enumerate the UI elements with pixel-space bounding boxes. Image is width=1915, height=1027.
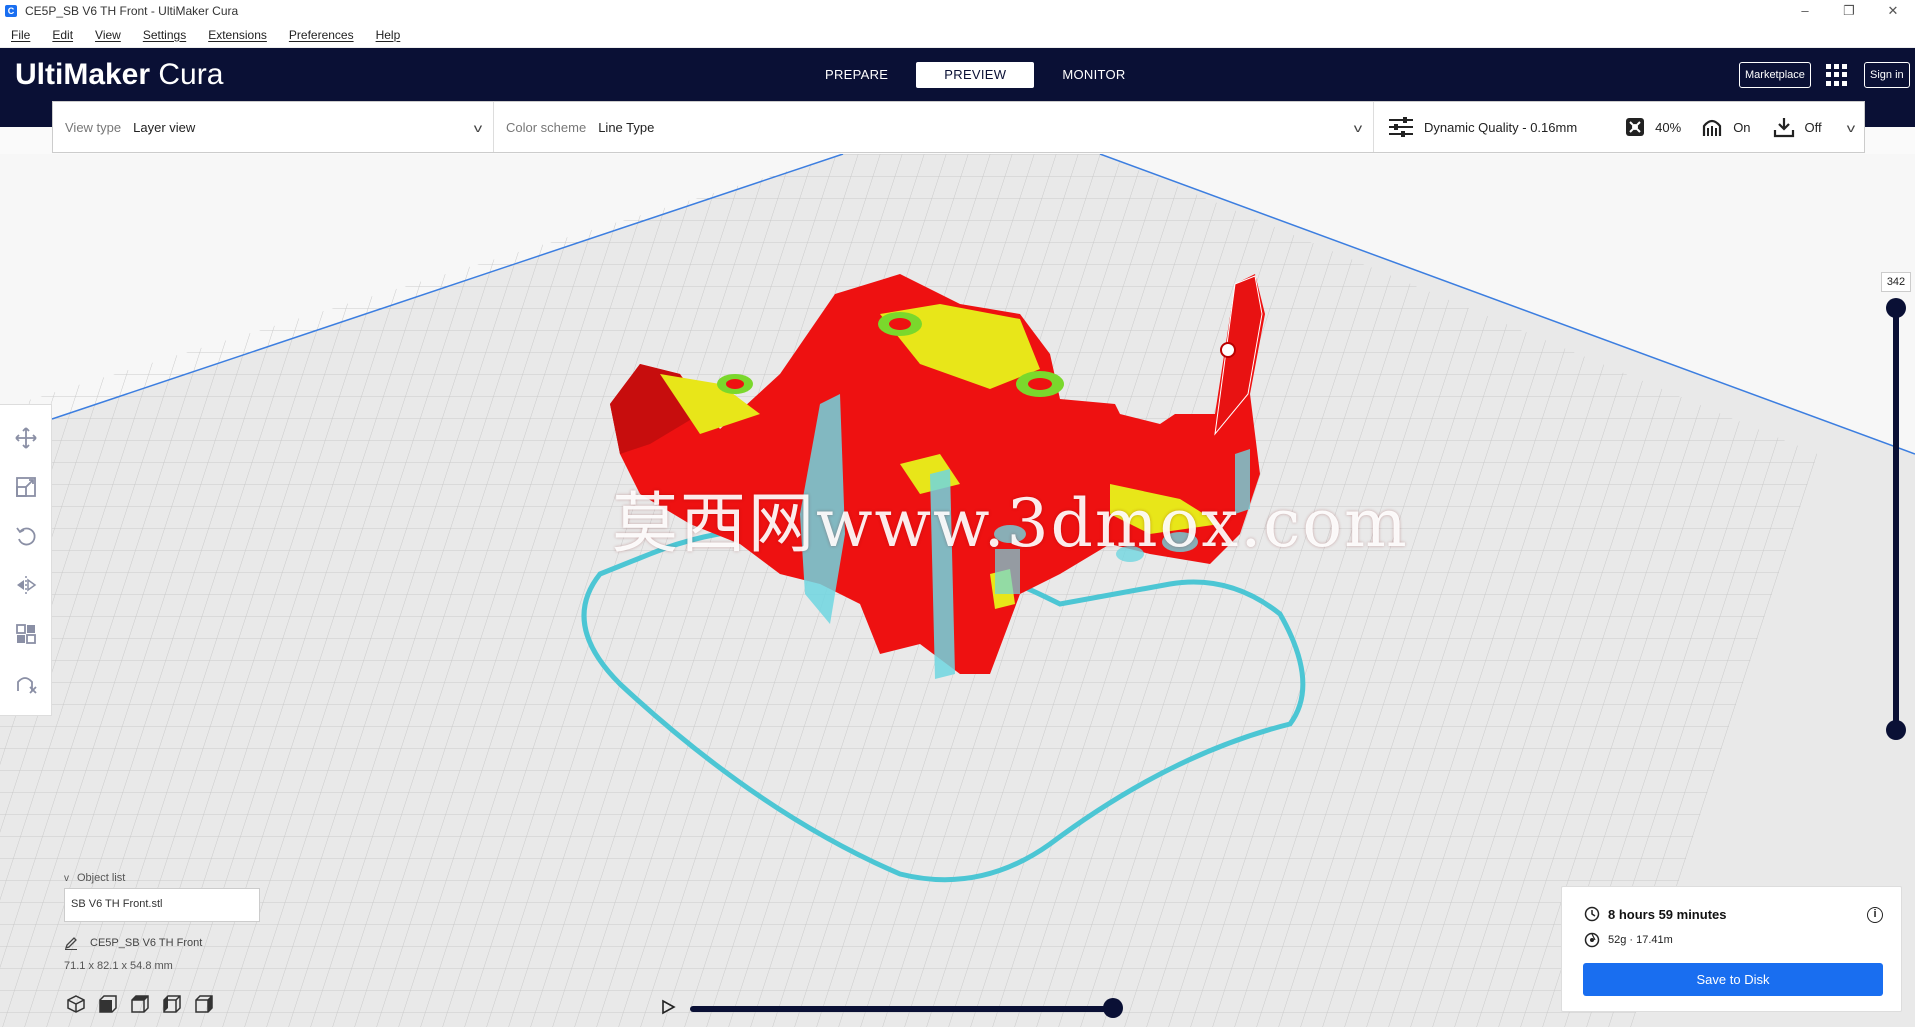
mirror-icon[interactable]: [13, 572, 39, 598]
marketplace-button[interactable]: Marketplace: [1739, 62, 1811, 88]
infill-icon: [1626, 118, 1645, 136]
sliders-icon: [1389, 117, 1413, 137]
view-type-label: View type: [65, 119, 122, 135]
window-title: CE5P_SB V6 TH Front - UltiMaker Cura: [25, 4, 239, 18]
object-list-panel: v Object list SB V6 TH Front.stl CE5P_SB…: [64, 872, 260, 972]
support-blocker-icon[interactable]: [13, 670, 39, 696]
camera-view-buttons: [66, 994, 214, 1014]
rotate-icon[interactable]: [13, 523, 39, 549]
move-icon[interactable]: [13, 425, 39, 451]
sign-in-button[interactable]: Sign in: [1864, 62, 1910, 88]
save-to-disk-button[interactable]: Save to Disk: [1583, 963, 1883, 996]
close-button[interactable]: ✕: [1871, 0, 1915, 22]
color-scheme-dropdown[interactable]: Color scheme Line Type v: [494, 102, 1374, 152]
support-value: On: [1733, 119, 1751, 135]
layer-slider-bottom-handle[interactable]: [1886, 720, 1906, 740]
cura-app-icon: C: [5, 5, 17, 17]
menu-help[interactable]: Help: [365, 28, 412, 42]
adhesion-icon: [1773, 118, 1794, 138]
menu-edit[interactable]: Edit: [41, 28, 84, 42]
chevron-down-icon: v: [1846, 121, 1856, 135]
tab-prepare[interactable]: PREPARE: [797, 62, 916, 88]
layer-number-box[interactable]: 342: [1881, 272, 1911, 292]
menu-settings[interactable]: Settings: [132, 28, 197, 42]
material-row: 52g · 17.41m: [1584, 932, 1673, 948]
simulation-slider-track[interactable]: [690, 1006, 1110, 1012]
view-type-value: Layer view: [133, 119, 196, 135]
front-view-icon[interactable]: [98, 994, 118, 1014]
color-scheme-label: Color scheme: [506, 119, 587, 135]
logo-light: Cura: [158, 58, 224, 91]
window-controls: – ❐ ✕: [1783, 0, 1915, 22]
pencil-icon: [64, 937, 77, 950]
spool-icon: [1584, 932, 1600, 948]
infill-value: 40%: [1655, 119, 1682, 135]
print-settings-dropdown[interactable]: Dynamic Quality - 0.16mm 40% On Off v: [1374, 102, 1864, 152]
job-name-row[interactable]: CE5P_SB V6 TH Front: [64, 936, 260, 950]
chevron-down-icon: v: [1353, 121, 1363, 135]
menu-view[interactable]: View: [84, 28, 132, 42]
tool-panel: [0, 404, 52, 716]
profile-name: Dynamic Quality - 0.16mm: [1424, 119, 1578, 135]
minimize-button[interactable]: –: [1783, 0, 1827, 22]
info-icon[interactable]: i: [1867, 907, 1883, 923]
job-name: CE5P_SB V6 TH Front: [90, 937, 203, 949]
left-view-icon[interactable]: [162, 994, 182, 1014]
stage-tabs: PREPARE PREVIEW MONITOR: [797, 62, 1154, 88]
print-info-panel: 8 hours 59 minutes i 52g · 17.41m Save t…: [1561, 886, 1902, 1012]
top-view-icon[interactable]: [130, 994, 150, 1014]
per-model-settings-icon[interactable]: [13, 621, 39, 647]
view-type-dropdown[interactable]: View type Layer view v: [53, 102, 494, 152]
print-time: 8 hours 59 minutes: [1608, 906, 1727, 922]
watermark-text: 莫西网www.3dmox.com: [612, 485, 1409, 562]
adhesion-value: Off: [1804, 119, 1822, 135]
window-titlebar: C CE5P_SB V6 TH Front - UltiMaker Cura –…: [0, 0, 1915, 22]
restore-button[interactable]: ❐: [1827, 0, 1871, 22]
menu-bar: File Edit View Settings Extensions Prefe…: [0, 22, 1915, 48]
print-time-row: 8 hours 59 minutes: [1584, 906, 1726, 922]
menu-extensions[interactable]: Extensions: [197, 28, 278, 42]
chevron-down-icon: v: [64, 872, 69, 884]
model-dimensions: 71.1 x 82.1 x 54.8 mm: [64, 960, 173, 972]
material-usage: 52g · 17.41m: [1608, 934, 1673, 946]
logo-bold: UltiMaker: [15, 58, 151, 91]
color-scheme-value: Line Type: [598, 119, 655, 135]
simulation-slider-handle[interactable]: [1103, 998, 1123, 1018]
layer-slider-top-handle[interactable]: [1886, 298, 1906, 318]
object-list-title: Object list: [77, 872, 126, 884]
3d-view-icon[interactable]: [66, 994, 86, 1014]
menu-preferences[interactable]: Preferences: [278, 28, 365, 42]
object-list-header[interactable]: v Object list: [64, 872, 260, 884]
tab-preview[interactable]: PREVIEW: [916, 62, 1035, 88]
scale-icon[interactable]: [13, 474, 39, 500]
play-icon[interactable]: [660, 999, 676, 1020]
layer-slider-track[interactable]: [1893, 308, 1899, 732]
tab-monitor[interactable]: MONITOR: [1034, 62, 1153, 88]
object-list-item[interactable]: SB V6 TH Front.stl: [64, 888, 260, 922]
menu-file[interactable]: File: [0, 28, 41, 42]
ultimaker-cura-logo: UltiMaker Cura: [15, 58, 223, 92]
clock-icon: [1584, 906, 1600, 922]
right-view-icon[interactable]: [194, 994, 214, 1014]
preview-toolbar: View type Layer view v Color scheme Line…: [52, 101, 1865, 153]
grid-icon[interactable]: [1826, 64, 1848, 86]
support-icon: [1703, 119, 1722, 136]
chevron-down-icon: v: [473, 121, 483, 135]
